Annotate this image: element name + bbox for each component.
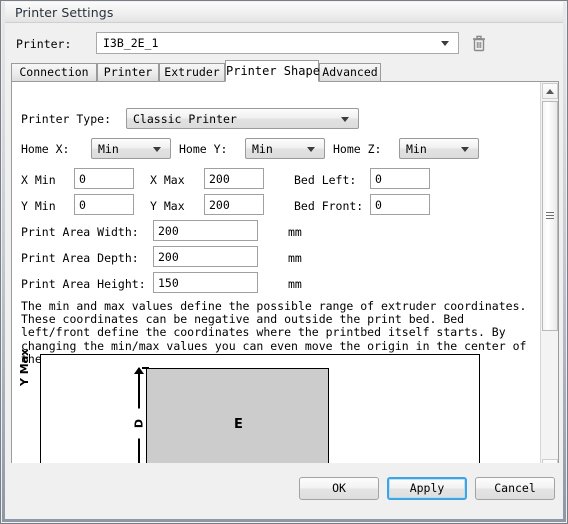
dialog-body: Printer: I3B_2E_1 Connection Printer Ext… — [5, 23, 563, 477]
x-max-label: X Max — [150, 173, 185, 187]
tab-printer-shape[interactable]: Printer Shape — [225, 60, 320, 82]
y-min-value: 0 — [79, 198, 86, 212]
printer-shape-diagram: Y Max D E — [18, 349, 533, 476]
chevron-down-icon — [307, 147, 315, 152]
print-area-height-unit: mm — [288, 277, 302, 291]
print-area-width-value: 200 — [158, 224, 179, 238]
tab-connection[interactable]: Connection — [11, 63, 97, 81]
y-min-input[interactable]: 0 — [74, 194, 134, 215]
home-z-label: Home Z: — [333, 142, 382, 156]
x-min-label: X Min — [21, 173, 56, 187]
y-min-label: Y Min — [21, 199, 56, 213]
chevron-down-icon — [341, 117, 349, 122]
home-z-dropdown[interactable]: Min — [399, 138, 479, 159]
ok-button[interactable]: OK — [299, 477, 379, 500]
bed-front-label: Bed Front: — [294, 199, 364, 213]
chevron-up-icon — [546, 89, 554, 94]
tab-strip: Connection Printer Extruder Printer Shap… — [11, 60, 559, 82]
chevron-down-icon — [153, 147, 161, 152]
x-min-value: 0 — [79, 172, 86, 186]
home-y-dropdown[interactable]: Min — [245, 138, 325, 159]
print-area-width-input[interactable]: 200 — [153, 220, 258, 241]
print-area-width-unit: mm — [288, 225, 302, 239]
bed-left-value: 0 — [375, 172, 382, 186]
home-y-value: Min — [252, 142, 273, 156]
home-z-value: Min — [406, 142, 427, 156]
title-bar: Printer Settings — [2, 2, 566, 23]
y-max-input[interactable]: 200 — [204, 194, 264, 215]
grip-line — [546, 215, 554, 216]
printer-type-label: Printer Type: — [21, 112, 112, 126]
print-area-height-label: Print Area Height: — [21, 277, 146, 291]
y-max-value: 200 — [209, 198, 230, 212]
trash-icon — [473, 35, 485, 52]
printer-selector-row: Printer: I3B_2E_1 — [5, 31, 559, 57]
grip-line — [546, 212, 554, 213]
chevron-down-icon — [461, 147, 469, 152]
x-max-value: 200 — [209, 172, 230, 186]
printer-settings-dialog: Printer Settings Printer: I3B_2E_1 Conne… — [0, 0, 568, 524]
tab-advanced[interactable]: Advanced — [319, 63, 381, 81]
bed-left-label: Bed Left: — [294, 173, 357, 187]
diagram-frame: D E — [40, 354, 480, 476]
bed-front-value: 0 — [375, 198, 382, 212]
printer-shape-panel: Printer Type: Classic Printer Home X: Mi… — [11, 81, 559, 477]
printer-combobox-value: I3B_2E_1 — [103, 36, 159, 50]
diagram-bed-label: E — [234, 417, 243, 432]
x-max-input[interactable]: 200 — [204, 168, 264, 189]
printer-combobox[interactable]: I3B_2E_1 — [96, 32, 459, 54]
dialog-button-bar: OK Apply Cancel — [5, 463, 565, 520]
home-y-label: Home Y: — [179, 142, 228, 156]
home-x-label: Home X: — [21, 142, 70, 156]
delete-printer-button[interactable] — [469, 33, 489, 53]
grip-line — [546, 218, 554, 219]
x-min-input[interactable]: 0 — [74, 168, 134, 189]
print-area-depth-label: Print Area Depth: — [21, 251, 139, 265]
y-max-label: Y Max — [150, 199, 185, 213]
print-area-depth-value: 200 — [158, 250, 179, 264]
home-x-dropdown[interactable]: Min — [91, 138, 171, 159]
chevron-down-icon — [441, 41, 449, 46]
home-x-value: Min — [98, 142, 119, 156]
print-bed-rect: E — [146, 368, 329, 476]
window-title: Printer Settings — [15, 5, 114, 20]
vertical-scrollbar[interactable] — [540, 82, 558, 476]
print-area-height-input[interactable]: 150 — [153, 272, 258, 293]
diagram-depth-label: D — [132, 408, 146, 439]
print-area-height-value: 150 — [158, 276, 179, 290]
printer-shape-form: Printer Type: Classic Printer Home X: Mi… — [12, 82, 540, 476]
printer-type-dropdown[interactable]: Classic Printer — [126, 108, 359, 129]
tab-extruder[interactable]: Extruder — [159, 63, 225, 81]
printer-type-value: Classic Printer — [133, 112, 237, 126]
bed-front-input[interactable]: 0 — [370, 194, 430, 215]
cancel-button[interactable]: Cancel — [475, 477, 555, 500]
diagram-ymax-label: Y Max — [18, 348, 31, 386]
scroll-up-button[interactable] — [542, 83, 558, 99]
tab-printer[interactable]: Printer — [97, 63, 159, 81]
print-area-width-label: Print Area Width: — [21, 225, 139, 239]
scrollbar-thumb[interactable] — [542, 101, 558, 331]
apply-button[interactable]: Apply — [387, 477, 467, 500]
print-area-depth-unit: mm — [288, 251, 302, 265]
print-area-depth-input[interactable]: 200 — [153, 246, 258, 267]
bed-left-input[interactable]: 0 — [370, 168, 430, 189]
printer-label: Printer: — [16, 37, 72, 51]
